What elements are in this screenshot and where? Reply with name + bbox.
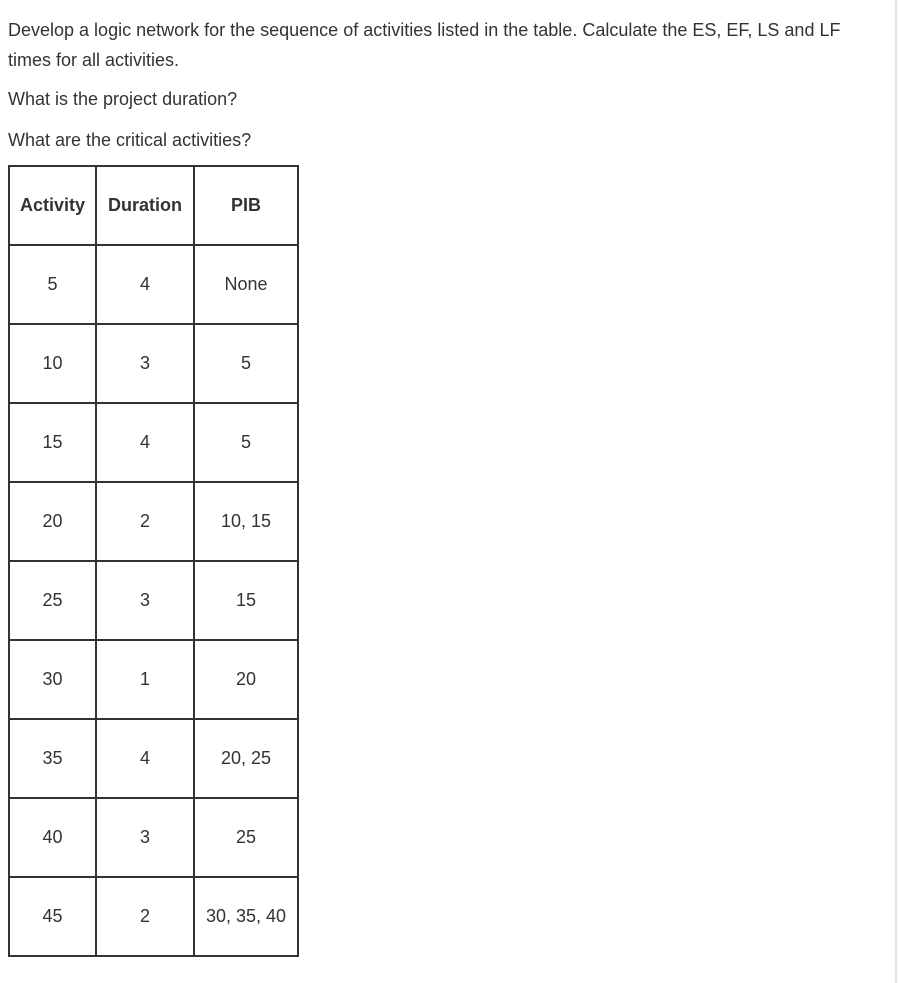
- header-activity: Activity: [8, 165, 97, 246]
- cell-activity: 25: [8, 560, 97, 641]
- table-row: 25 3 15: [8, 560, 299, 641]
- cell-duration: 3: [95, 323, 195, 404]
- cell-activity: 45: [8, 876, 97, 957]
- cell-pib: 30, 35, 40: [193, 876, 299, 957]
- cell-pib: 10, 15: [193, 481, 299, 562]
- cell-duration: 2: [95, 481, 195, 562]
- table-header-row: Activity Duration PIB: [8, 165, 299, 246]
- table-row: 30 1 20: [8, 639, 299, 720]
- page-edge-divider: [895, 0, 897, 983]
- cell-activity: 30: [8, 639, 97, 720]
- table-row: 5 4 None: [8, 244, 299, 325]
- table-row: 10 3 5: [8, 323, 299, 404]
- table-row: 15 4 5: [8, 402, 299, 483]
- cell-duration: 4: [95, 402, 195, 483]
- cell-pib: 5: [193, 402, 299, 483]
- cell-duration: 3: [95, 797, 195, 878]
- table-row: 20 2 10, 15: [8, 481, 299, 562]
- table-row: 35 4 20, 25: [8, 718, 299, 799]
- cell-duration: 1: [95, 639, 195, 720]
- cell-activity: 10: [8, 323, 97, 404]
- cell-pib: 15: [193, 560, 299, 641]
- table-row: 45 2 30, 35, 40: [8, 876, 299, 957]
- header-duration: Duration: [95, 165, 195, 246]
- table-row: 40 3 25: [8, 797, 299, 878]
- question-project-duration: What is the project duration?: [8, 89, 238, 109]
- cell-pib: None: [193, 244, 299, 325]
- cell-pib: 25: [193, 797, 299, 878]
- cell-pib: 5: [193, 323, 299, 404]
- cell-duration: 2: [95, 876, 195, 957]
- question-instructions: Develop a logic network for the sequence…: [8, 20, 841, 70]
- cell-activity: 40: [8, 797, 97, 878]
- cell-activity: 5: [8, 244, 97, 325]
- cell-pib: 20: [193, 639, 299, 720]
- activity-table: Activity Duration PIB 5 4 None 10 3 5 15 4 5 20 2 1…: [8, 165, 299, 957]
- cell-pib: 20, 25: [193, 718, 299, 799]
- cell-activity: 20: [8, 481, 97, 562]
- cell-duration: 4: [95, 244, 195, 325]
- cell-duration: 4: [95, 718, 195, 799]
- cell-duration: 3: [95, 560, 195, 641]
- question-critical-activities: What are the critical activities?: [8, 130, 252, 150]
- cell-activity: 15: [8, 402, 97, 483]
- cell-activity: 35: [8, 718, 97, 799]
- header-pib: PIB: [193, 165, 299, 246]
